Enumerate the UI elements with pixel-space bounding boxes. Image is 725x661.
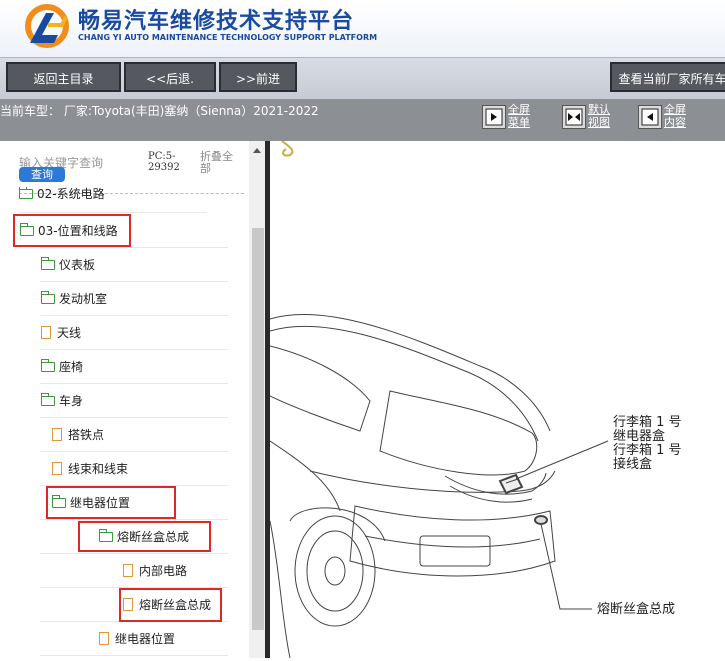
scroll-up-icon[interactable] — [252, 146, 262, 154]
diagram-label-fuse-box: 熔断丝盒总成 — [597, 602, 676, 617]
tree-item-dashboard[interactable]: 仪表板 — [41, 255, 95, 275]
scrollbar-thumb[interactable] — [252, 228, 264, 630]
back-button[interactable]: <<后退. — [124, 62, 216, 92]
tree-item-relay-location-file[interactable]: 继电器位置 — [99, 629, 175, 649]
all-makes-button[interactable]: 查看当前厂家所有车 — [610, 62, 725, 92]
fullscreen-content-button[interactable]: 全屏 内容 — [638, 103, 698, 133]
query-button[interactable]: 查询 — [19, 167, 65, 182]
highlight-box — [78, 521, 211, 552]
file-icon — [99, 632, 109, 645]
default-view-button[interactable]: 默认 视图 — [562, 103, 622, 133]
pc-info: PC:5- 29392 — [148, 151, 180, 173]
file-icon — [41, 326, 51, 339]
folder-icon — [41, 359, 55, 372]
logo-icon — [25, 4, 69, 48]
tree-item-antenna[interactable]: 天线 — [41, 323, 81, 343]
tree-item-engine-room[interactable]: 发动机室 — [41, 289, 107, 309]
file-icon — [52, 462, 62, 475]
fullscreen-menu-label: 全屏 菜单 — [508, 103, 530, 129]
default-view-label: 默认 视图 — [588, 103, 610, 129]
tree-item-seat[interactable]: 座椅 — [41, 357, 83, 377]
fullscreen-menu-button[interactable]: 全屏 菜单 — [482, 103, 542, 133]
file-icon — [123, 564, 133, 577]
highlight-box — [46, 486, 176, 519]
app-subtitle: CHANG YI AUTO MAINTENANCE TECHNOLOGY SUP… — [78, 33, 378, 42]
nav-toolbar: 返回主目录 <<后退. >>前进 查看当前厂家所有车 — [0, 57, 725, 101]
sidebar-tree: 输入关键字查询 查询 PC:5- 29392 折叠全部 02-系统电路 03-位置… — [0, 141, 265, 658]
tree-item-ground-point[interactable]: 搭铁点 — [52, 425, 104, 445]
tree-item-body[interactable]: 车身 — [41, 391, 83, 411]
tree-item-internal-circuit[interactable]: 内部电路 — [123, 561, 187, 581]
forward-button[interactable]: >>前进 — [219, 62, 297, 92]
fullscreen-content-icon — [638, 105, 662, 129]
vehicle-diagram — [269, 140, 609, 659]
tree-item-wire-harness[interactable]: 线束和线束 — [52, 459, 128, 479]
highlight-box — [119, 588, 222, 622]
current-car-label: 当前车型： 厂家:Toyota(丰田)塞纳（Sienna）2021-2022 — [0, 104, 319, 118]
diagram-canvas: 行李箱 1 号 继电器盒 行李箱 1 号 接线盒 熔断丝盒总成 — [269, 140, 725, 659]
app-header: 畅易汽车维修技术支持平台 CHANG YI AUTO MAINTENANCE T… — [0, 0, 725, 57]
fullscreen-content-label: 全屏 内容 — [664, 103, 686, 129]
folder-icon — [41, 257, 55, 270]
file-icon — [52, 428, 62, 441]
folder-icon — [41, 291, 55, 304]
highlight-box — [13, 214, 131, 247]
folder-icon — [19, 187, 33, 199]
home-button[interactable]: 返回主目录 — [6, 62, 121, 92]
fullscreen-menu-icon — [482, 105, 506, 129]
folder-open-icon — [41, 393, 55, 406]
status-bar: 当前车型： 厂家:Toyota(丰田)塞纳（Sienna）2021-2022 全… — [0, 99, 725, 141]
diagram-label-relay-box: 行李箱 1 号 继电器盒 行李箱 1 号 接线盒 — [613, 415, 682, 472]
app-title: 畅易汽车维修技术支持平台 — [78, 9, 355, 34]
default-view-icon — [562, 105, 586, 129]
fold-all-link[interactable]: 折叠全部 — [200, 151, 240, 175]
tree-item-02-system[interactable]: 02-系统电路 — [19, 187, 105, 201]
